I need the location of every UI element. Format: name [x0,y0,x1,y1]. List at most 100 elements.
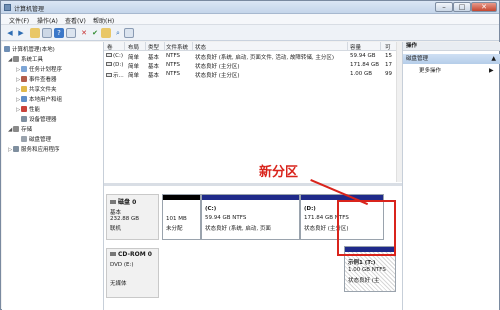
partition-size: 59.94 GB NTFS [205,215,247,221]
partition-size: 101 MB [166,216,187,222]
tree-disk-management[interactable]: 磁盘管理 [21,135,51,144]
menu-view[interactable]: 查看(V) [65,16,86,25]
properties-icon[interactable] [66,28,76,38]
volume-table-header: 卷 布局 类型 文件系统 状态 容量 可 [104,42,402,51]
delete-icon[interactable]: ✕ [79,28,89,38]
collapse-up-icon[interactable]: ▲ [491,54,496,64]
actions-section-disk-management[interactable]: 磁盘管理 ▲ [403,54,500,64]
type-cell: 基本 [148,73,160,79]
tree-services[interactable]: ▷ 服务和应用程序 [8,145,60,154]
menu-help[interactable]: 帮助(H) [93,16,114,25]
services-icon [13,146,19,152]
fs-cell: NTFS [166,62,181,68]
volume-icon [106,62,112,66]
disk0-size: 232.88 GB [110,216,140,222]
up-folder-icon[interactable] [30,28,40,38]
partition-size: 1.00 GB NTFS [348,267,386,273]
computer-management-window: 计算机管理 – □ ✕ 文件(F) 操作(A) 查看(V) 帮助(H) ◀ ▶ … [0,0,500,310]
tree-device-manager[interactable]: 设备管理器 [21,115,57,124]
window-title: 计算机管理 [14,6,45,13]
capacity-cell: 59.94 GB [350,53,376,59]
maximize-button[interactable]: □ [453,2,471,12]
device-manager-icon [21,116,27,122]
col-volume[interactable]: 卷 [107,43,113,51]
tree-root[interactable]: 计算机管理(本地) [4,45,55,54]
tree-event-viewer[interactable]: ▷ 事件查看器 [16,75,57,84]
tree-disk-management-label: 磁盘管理 [29,137,52,143]
disk0-name-text: 磁盘 0 [118,199,137,206]
event-viewer-icon [21,76,27,82]
storage-icon [13,126,19,132]
tree-local-users[interactable]: ▷ 本地用户和组 [16,95,62,104]
actions-pane: 操作 磁盘管理 ▲ 更多操作 ▶ [402,42,500,310]
fs-cell: NTFS [166,53,181,59]
search-icon[interactable]: ⌕ [113,28,123,38]
column-divider[interactable] [192,42,193,51]
tree-system-tools[interactable]: ◢ 系统工具 [8,55,43,64]
tree-shared-folders[interactable]: ▷ 共享文件夹 [16,85,57,94]
cdrom-label[interactable]: CD-ROM 0 DVD (E:) 无媒体 [106,248,159,298]
navigation-tree: 计算机管理(本地) ◢ 系统工具 ▷ 任务计划程序 ▷ 事件查看器 ▷ 共享文件夹 ▷ 本… [2,42,104,310]
minimize-button[interactable]: – [435,2,453,12]
new-partition-annotation: 新分区 [259,165,299,180]
status-cell: 状态良好 (主分区) [195,73,240,79]
tree-task-scheduler[interactable]: ▷ 任务计划程序 [16,65,62,74]
table-row[interactable]: (D:) 简单 基本 NTFS 状态良好 (主分区) 171.84 GB 17 [104,61,402,70]
type-cell: 基本 [148,55,160,61]
tree-performance-label: 性能 [29,107,41,113]
forward-arrow-icon[interactable]: ▶ [16,28,26,38]
tree-storage[interactable]: ◢ 存储 [8,125,32,134]
column-divider[interactable] [347,42,348,51]
col-status[interactable]: 状态 [195,43,206,51]
cdrom-type: DVD (E:) [110,262,134,268]
back-arrow-icon[interactable]: ◀ [5,28,15,38]
free-cell: 17 [385,62,392,68]
volume-icon [106,53,112,57]
folder-open-icon[interactable] [101,28,111,38]
column-divider[interactable] [124,42,125,51]
title-bar: 计算机管理 – □ ✕ [1,1,499,14]
table-row[interactable]: 示... 简单 基本 NTFS 状态良好 (主分区) 1.00 GB 99 [104,70,402,79]
shared-folder-icon [21,86,27,92]
col-free[interactable]: 可 [385,43,391,51]
close-button[interactable]: ✕ [471,2,497,12]
col-capacity[interactable]: 容量 [350,43,361,51]
column-divider[interactable] [164,42,165,51]
tree-root-label: 计算机管理(本地) [12,47,55,53]
column-divider[interactable] [380,42,381,51]
performance-icon [21,106,27,112]
help-icon[interactable]: ? [54,28,64,38]
tree-system-tools-label: 系统工具 [21,57,44,63]
show-hide-tree-icon[interactable] [42,28,52,38]
computer-management-icon [4,4,11,11]
menu-action[interactable]: 操作(A) [37,16,58,25]
users-icon [21,96,27,102]
tree-local-users-label: 本地用户和组 [29,97,63,103]
type-cell: 基本 [148,64,160,70]
disk-icon [110,200,116,204]
partition-name: (C:) [205,206,217,212]
disk0-status: 联机 [110,226,122,232]
tree-services-label: 服务和应用程序 [21,147,60,153]
actions-header: 操作 [403,42,500,51]
primary-partition-bar [202,195,299,200]
view-icon[interactable] [124,28,134,38]
col-layout[interactable]: 布局 [128,43,139,51]
column-divider[interactable] [145,42,146,51]
layout-cell: 简单 [128,64,140,70]
menu-file[interactable]: 文件(F) [9,16,29,25]
partition-unallocated[interactable]: 101 MB 未分配 [162,194,201,240]
partition-status: 未分配 [166,226,183,232]
partition-c[interactable]: (C:) 59.94 GB NTFS 状态良好 (系统, 启动, 页面 [201,194,300,240]
col-filesystem[interactable]: 文件系统 [166,43,188,51]
col-type[interactable]: 类型 [148,43,159,51]
tree-performance[interactable]: ▷ 性能 [16,105,40,114]
layout-cell: 简单 [128,73,140,79]
volume-name: (D:) [113,62,124,68]
submenu-arrow-icon: ▶ [489,67,494,74]
more-actions-item[interactable]: 更多操作 ▶ [419,66,494,76]
tree-device-manager-label: 设备管理器 [29,117,57,123]
disk0-label[interactable]: 磁盘 0 基本 232.88 GB 联机 [106,194,159,240]
table-row[interactable]: (C:) 简单 基本 NTFS 状态良好 (系统, 启动, 页面文件, 活动, … [104,52,402,61]
check-icon[interactable]: ✔ [90,28,100,38]
